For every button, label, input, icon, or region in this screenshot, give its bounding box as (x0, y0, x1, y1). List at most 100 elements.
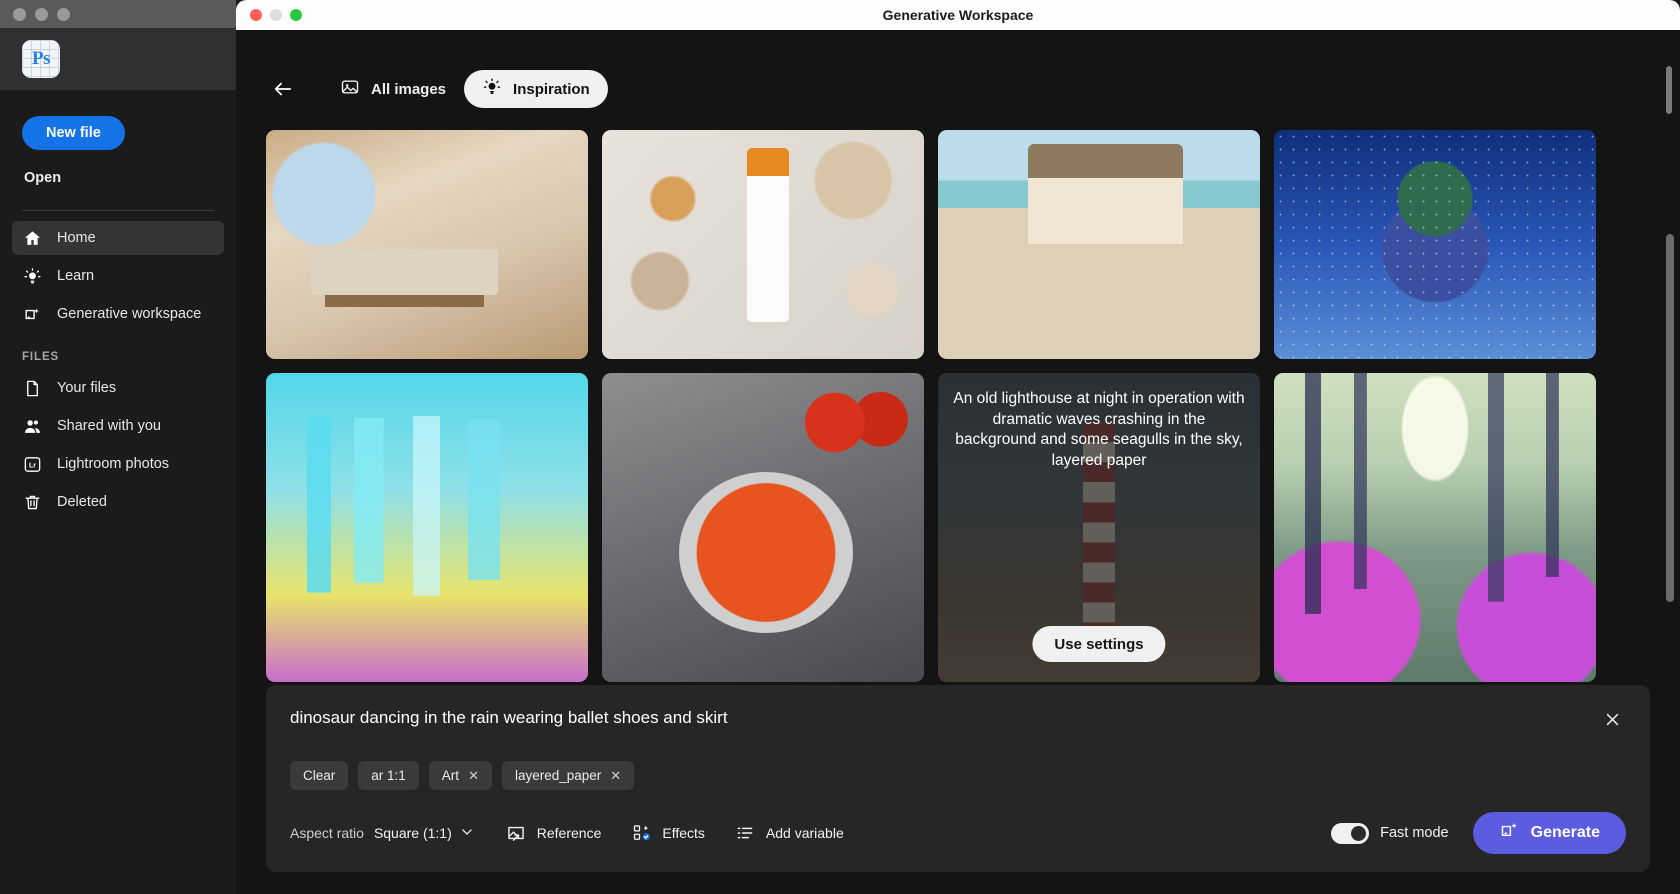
add-variable-button[interactable]: Add variable (735, 819, 844, 848)
image-grid: An old lighthouse at night in operation … (236, 122, 1680, 682)
chip-label: layered_paper (514, 768, 602, 783)
effects-button[interactable]: Effects (631, 819, 705, 848)
sidebar-item-label: Deleted (57, 494, 107, 510)
aspect-ratio-label: Aspect ratio (290, 825, 364, 841)
prompt-panel: dinosaur dancing in the rain wearing bal… (266, 685, 1650, 872)
sidebar-item-label: Shared with you (57, 418, 161, 434)
sidebar-item-label: Generative workspace (57, 306, 202, 322)
lightbulb-icon (482, 77, 502, 101)
sidebar-logo-zone: Ps (0, 28, 236, 90)
window-traffic-lights (236, 9, 302, 21)
sidebar-item-learn[interactable]: Learn (12, 259, 224, 293)
home-icon (22, 228, 42, 248)
chip-aspect-ratio[interactable]: ar 1:1 (358, 761, 419, 790)
scrollbar-thumb[interactable] (1666, 234, 1674, 602)
gallery-card-enchanted-forest-stream[interactable] (1274, 373, 1596, 682)
gallery-card-giraffes-neon-city[interactable] (266, 373, 588, 682)
vertical-scrollbar[interactable] (1666, 122, 1674, 894)
gallery-card-tomato-soup-bowl[interactable] (602, 373, 924, 682)
chip-remove-icon[interactable]: ✕ (468, 769, 479, 782)
window-maximize-button[interactable] (290, 9, 302, 21)
open-button[interactable]: Open (22, 164, 63, 192)
window-titlebar: Generative Workspace (236, 0, 1680, 30)
chevron-down-icon (460, 825, 474, 842)
reference-button[interactable]: Reference (506, 819, 602, 848)
close-prompt-button[interactable] (1598, 705, 1626, 733)
chip-clear[interactable]: Clear (290, 761, 349, 790)
sidebar-item-deleted[interactable]: Deleted (12, 485, 224, 519)
document-icon (22, 378, 42, 398)
os-maximize-button[interactable] (57, 7, 70, 21)
card-artwork (1274, 130, 1596, 359)
prompt-input[interactable]: dinosaur dancing in the rain wearing bal… (290, 707, 1598, 729)
generative-icon (22, 304, 42, 324)
generate-label: Generate (1530, 824, 1600, 841)
files-section-header: FILES (22, 351, 60, 363)
toggle-knob (1351, 825, 1367, 841)
effects-label: Effects (662, 825, 705, 841)
gallery-card-seashells-product-bottle[interactable] (602, 130, 924, 359)
scrollbar-top-indicator[interactable] (1666, 66, 1672, 114)
chip-label: ar 1:1 (371, 768, 406, 783)
tab-inspiration[interactable]: Inspiration (464, 70, 608, 108)
use-settings-button[interactable]: Use settings (1032, 626, 1166, 662)
window-body: All images Inspiration An old lighthouse… (236, 30, 1680, 894)
tab-label: Inspiration (513, 80, 590, 98)
tab-all-images[interactable]: All images (322, 70, 464, 108)
sidebar-item-generative-workspace[interactable]: Generative workspace (12, 297, 224, 331)
os-close-button[interactable] (13, 7, 26, 21)
svg-text:Lr: Lr (28, 461, 35, 469)
sidebar-body: New file Open Home Learn Generative work… (0, 90, 236, 519)
logo-text: Ps (32, 48, 51, 69)
generate-button[interactable]: Generate (1472, 812, 1626, 854)
card-artwork (1274, 373, 1596, 682)
sidebar-item-your-files[interactable]: Your files (12, 371, 224, 405)
sidebar-item-label: Learn (57, 268, 95, 284)
sidebar-divider (22, 210, 214, 211)
card-prompt-text: An old lighthouse at night in operation … (953, 390, 1245, 469)
reference-image-icon (506, 823, 527, 844)
gallery-card-modern-kitchen-interior[interactable] (266, 130, 588, 359)
os-window-chrome (0, 0, 236, 28)
people-icon (22, 416, 42, 436)
os-minimize-button[interactable] (35, 7, 48, 21)
gallery-card-floating-island-fantasy[interactable] (1274, 130, 1596, 359)
sidebar-item-label: Your files (57, 380, 117, 396)
reference-label: Reference (536, 825, 602, 841)
sidebar-item-shared-with-you[interactable]: Shared with you (12, 409, 224, 443)
card-artwork (938, 130, 1260, 359)
tab-label: All images (371, 80, 447, 98)
chip-label: Clear (303, 768, 336, 783)
fast-mode-label: Fast mode (1380, 825, 1449, 841)
fast-mode-toggle[interactable]: Fast mode (1331, 822, 1449, 844)
sidebar-item-lightroom-photos[interactable]: Lr Lightroom photos (12, 447, 224, 481)
aspect-ratio-value: Square (1:1) (373, 825, 452, 841)
back-button[interactable] (266, 72, 300, 106)
gallery-card-beach-bungalow[interactable] (938, 130, 1260, 359)
effects-icon (631, 823, 652, 844)
view-toolbar: All images Inspiration (236, 30, 1680, 122)
generative-workspace-window: Generative Workspace All images Inspirat… (236, 0, 1680, 894)
card-artwork (602, 130, 924, 359)
trash-icon (22, 492, 42, 512)
chip-art[interactable]: Art ✕ (428, 761, 492, 790)
chip-remove-icon[interactable]: ✕ (610, 769, 621, 782)
window-title: Generative Workspace (882, 7, 1034, 23)
window-close-button[interactable] (250, 9, 262, 21)
new-file-button[interactable]: New file (22, 116, 125, 150)
window-minimize-button[interactable] (270, 9, 282, 21)
prompt-options-row: Aspect ratio Square (1:1) Reference Effe… (290, 812, 1626, 854)
chip-layered-paper[interactable]: layered_paper ✕ (501, 761, 635, 790)
card-artwork (266, 130, 588, 359)
card-artwork (602, 373, 924, 682)
sidebar-item-home[interactable]: Home (12, 221, 224, 255)
photoshop-logo-icon[interactable]: Ps (22, 40, 60, 78)
prompt-input-row: dinosaur dancing in the rain wearing bal… (290, 707, 1626, 733)
sidebar-item-label: Home (57, 230, 96, 246)
toggle-track[interactable] (1331, 822, 1370, 844)
gallery-card-lighthouse-layered-paper[interactable]: An old lighthouse at night in operation … (938, 373, 1260, 682)
card-artwork (266, 373, 588, 682)
card-hover-overlay: An old lighthouse at night in operation … (938, 373, 1260, 682)
sidebar-item-label: Lightroom photos (57, 456, 170, 472)
aspect-ratio-select[interactable]: Square (1:1) (372, 821, 476, 846)
